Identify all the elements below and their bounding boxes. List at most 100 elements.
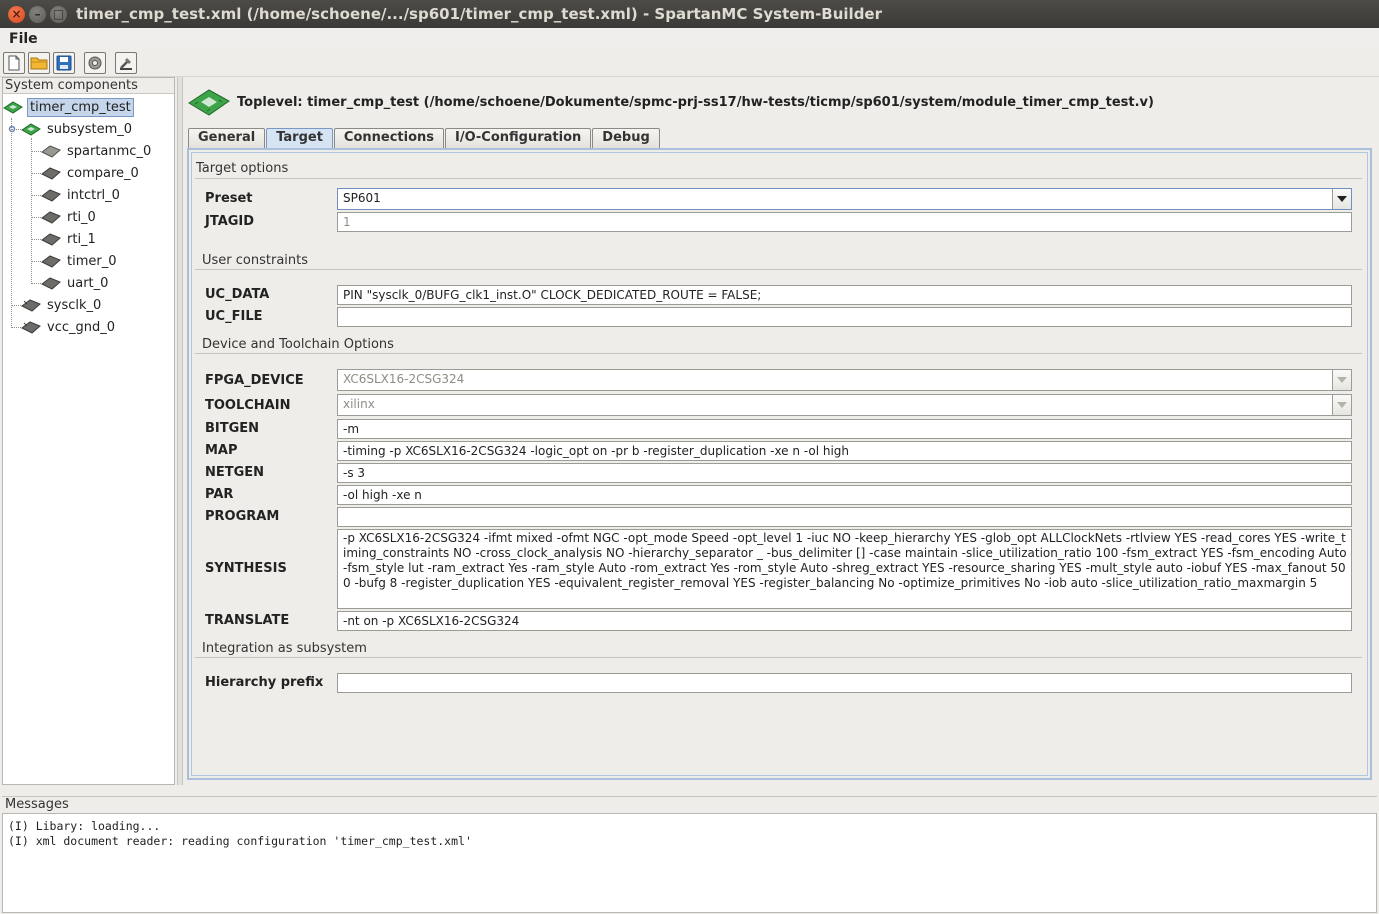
translate-label: TRANSLATE (205, 613, 290, 628)
section-device-toolchain: Device and Toolchain Options (202, 337, 394, 352)
title-bar: × – □ timer_cmp_test.xml (/home/schoene/… (0, 0, 1379, 28)
chevron-down-icon (1337, 402, 1347, 408)
tree-item-child[interactable]: rti_0 (41, 207, 98, 227)
open-file-button[interactable] (28, 52, 50, 74)
tree-item-label: vcc_gnd_0 (47, 319, 116, 335)
translate-field[interactable]: -nt on -p XC6SLX16-2CSG324 (337, 611, 1352, 631)
chevron-down-icon (1337, 377, 1347, 383)
expand-toggle-icon[interactable] (7, 124, 17, 134)
tree-item-root[interactable]: timer_cmp_test (3, 97, 134, 117)
toolchain-dropdown-button[interactable] (1332, 395, 1351, 415)
menu-bar: File (0, 28, 1379, 50)
save-icon (56, 55, 72, 71)
uc-file-field[interactable] (337, 307, 1352, 327)
close-window-button[interactable]: × (8, 6, 25, 23)
chip-icon (41, 277, 61, 290)
section-integration: Integration as subsystem (202, 641, 367, 656)
tree-item-label: rti_0 (67, 209, 96, 225)
maximize-window-button[interactable]: □ (50, 6, 67, 23)
tab-target[interactable]: Target (266, 128, 333, 148)
map-field[interactable]: -timing -p XC6SLX16-2CSG324 -logic_opt o… (337, 441, 1352, 461)
fpga-device-label: FPGA_DEVICE (205, 373, 304, 388)
tree-item-label: spartanmc_0 (67, 143, 152, 159)
power-module-icon (21, 321, 41, 334)
system-components-header: System components (3, 78, 174, 94)
tab-io-configuration[interactable]: I/O-Configuration (445, 128, 592, 148)
messages-log[interactable]: (I) Libary: loading... (I) xml document … (2, 813, 1377, 913)
tree-item-sibling[interactable]: vcc_gnd_0 (21, 317, 117, 337)
board-icon (3, 101, 23, 114)
tab-debug[interactable]: Debug (592, 128, 660, 148)
tree-item-label: compare_0 (67, 165, 139, 181)
par-label: PAR (205, 487, 234, 502)
hierarchy-prefix-label: Hierarchy prefix (205, 675, 324, 690)
jtagid-label: JTAGID (205, 214, 255, 229)
toolchain-combobox[interactable]: xilinx (337, 394, 1352, 416)
hierarchy-prefix-field[interactable] (337, 673, 1352, 693)
tab-general[interactable]: General (188, 128, 266, 148)
message-line: (I) xml document reader: reading configu… (8, 834, 472, 848)
open-folder-icon (30, 57, 48, 70)
build-button[interactable] (115, 52, 137, 74)
toplevel-header: Toplevel: timer_cmp_test (/home/schoene/… (187, 86, 1154, 118)
chip-icon (41, 255, 61, 268)
tab-connections[interactable]: Connections (333, 128, 445, 148)
messages-header: Messages (2, 796, 1377, 813)
window-title: timer_cmp_test.xml (/home/schoene/.../sp… (76, 5, 883, 23)
tree-item-child[interactable]: rti_1 (41, 229, 98, 249)
toolbar (0, 50, 1379, 77)
preset-label: Preset (205, 191, 253, 206)
minimize-window-button[interactable]: – (29, 6, 46, 23)
tree-item-child[interactable]: timer_0 (41, 251, 119, 271)
synthesis-label: SYNTHESIS (205, 561, 287, 576)
settings-gear-icon (88, 56, 102, 70)
tree-item-child[interactable]: uart_0 (41, 273, 110, 293)
tree-item-label: timer_cmp_test (27, 97, 134, 117)
tree-item-label: timer_0 (67, 253, 117, 269)
netgen-label: NETGEN (205, 465, 265, 480)
panel-splitter[interactable] (177, 77, 183, 785)
toolchain-value: xilinx (343, 397, 375, 411)
settings-button[interactable] (84, 52, 106, 74)
new-file-button[interactable] (3, 52, 25, 74)
uc-data-label: UC_DATA (205, 287, 270, 302)
map-label: MAP (205, 443, 238, 458)
save-button[interactable] (53, 52, 75, 74)
tree-item-label: rti_1 (67, 231, 96, 247)
program-field[interactable] (337, 507, 1352, 527)
tree-item-child[interactable]: intctrl_0 (41, 185, 122, 205)
tree-item-label: uart_0 (67, 275, 109, 291)
new-file-icon (8, 55, 20, 71)
tree-item-subsystem[interactable]: subsystem_0 (7, 119, 134, 139)
chip-icon (41, 145, 61, 158)
tree-item-child[interactable]: spartanmc_0 (41, 141, 153, 161)
chip-icon (41, 189, 61, 202)
netgen-field[interactable]: -s 3 (337, 463, 1352, 483)
fpga-device-dropdown-button[interactable] (1332, 370, 1351, 390)
tree-item-child[interactable]: compare_0 (41, 163, 141, 183)
fpga-device-value: XC6SLX16-2CSG324 (343, 372, 465, 386)
tree-item-sibling[interactable]: sysclk_0 (21, 295, 103, 315)
tree-item-label: sysclk_0 (47, 297, 102, 313)
build-icon (120, 58, 132, 70)
board-icon (188, 89, 230, 116)
tree-item-label: subsystem_0 (47, 121, 133, 137)
chip-icon (41, 211, 61, 224)
section-target-options: Target options (196, 161, 289, 176)
bitgen-field[interactable]: -m (337, 419, 1352, 439)
fpga-device-combobox[interactable]: XC6SLX16-2CSG324 (337, 369, 1352, 391)
jtagid-field[interactable]: 1 (337, 212, 1352, 232)
synthesis-textarea[interactable]: -p XC6SLX16-2CSG324 -ifmt mixed -ofmt NG… (337, 529, 1352, 609)
uc-data-field[interactable]: PIN "sysclk_0/BUFG_clk1_inst.O" CLOCK_DE… (337, 285, 1352, 305)
menu-file[interactable]: File (9, 31, 38, 47)
preset-combobox[interactable]: SP601 (337, 188, 1352, 210)
preset-dropdown-button[interactable] (1332, 189, 1351, 209)
uc-file-label: UC_FILE (205, 309, 263, 324)
tree-item-label: intctrl_0 (67, 187, 120, 203)
preset-value: SP601 (343, 191, 381, 205)
par-field[interactable]: -ol high -xe n (337, 485, 1352, 505)
program-label: PROGRAM (205, 509, 280, 524)
toplevel-title: Toplevel: timer_cmp_test (/home/schoene/… (237, 94, 1154, 110)
system-components-panel: System components timer_cmp_test subsyst… (2, 77, 175, 785)
section-user-constraints: User constraints (202, 253, 309, 268)
